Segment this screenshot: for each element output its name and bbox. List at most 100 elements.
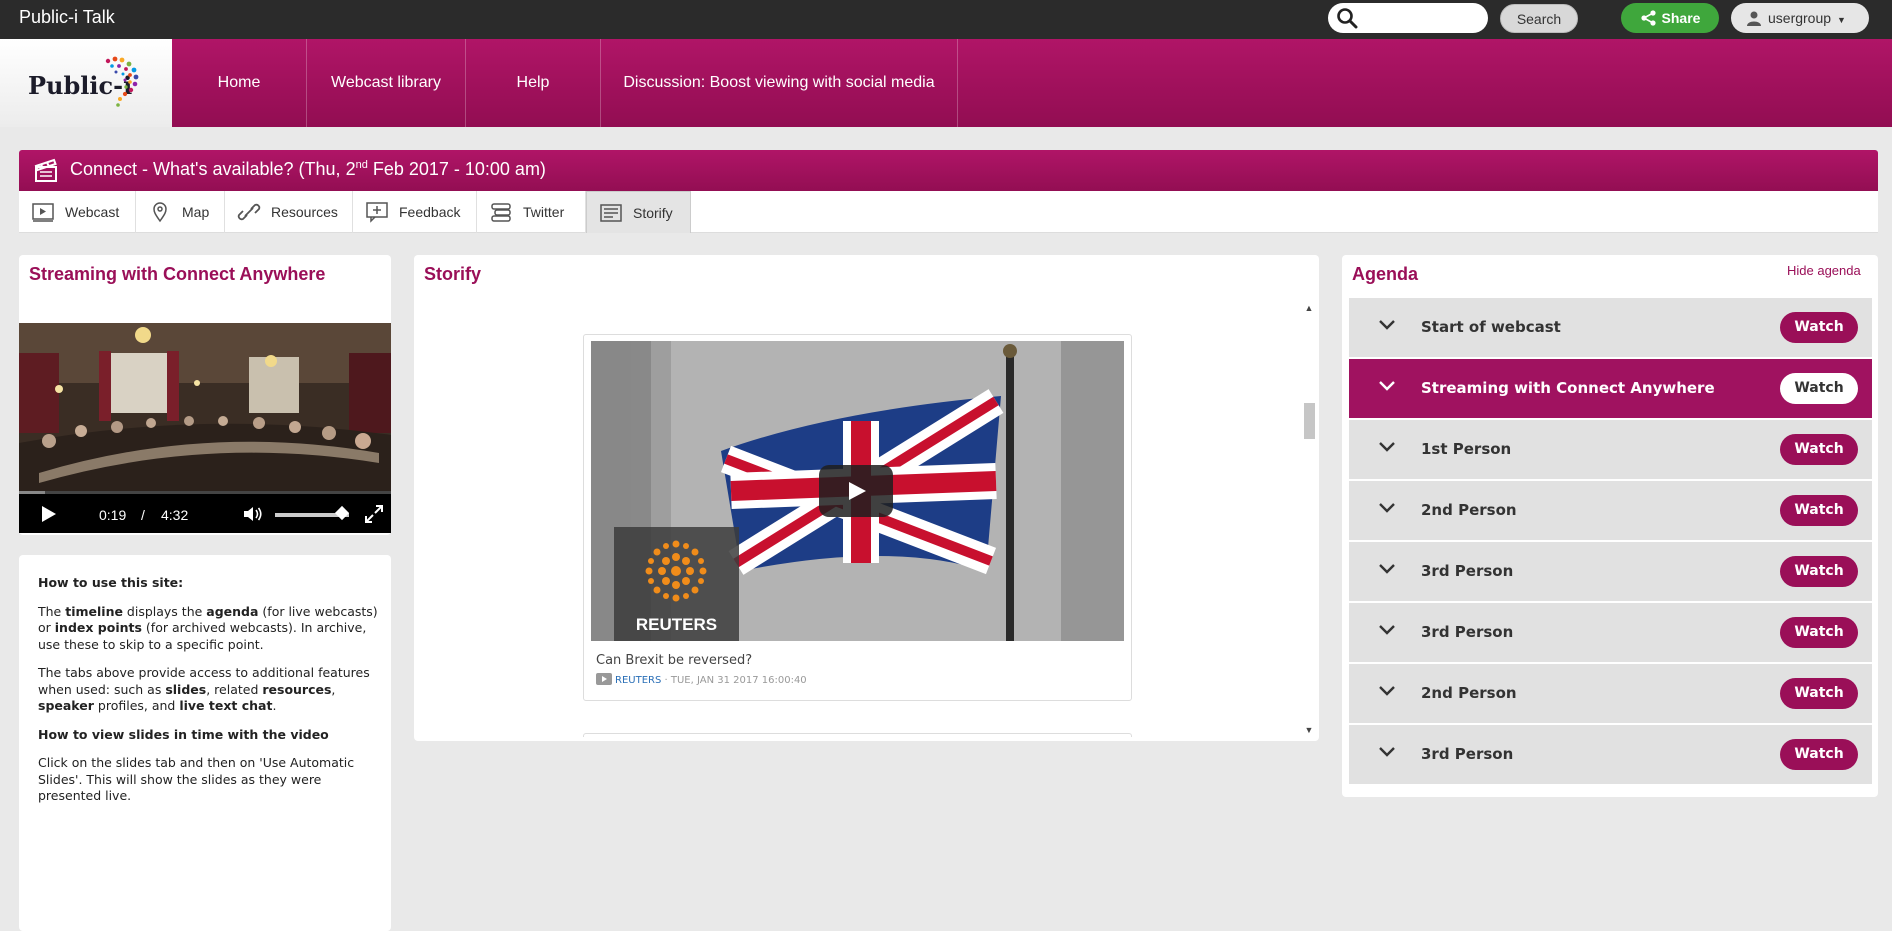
video-player[interactable]: 0:19 / 4:32 — [19, 323, 391, 533]
watch-button[interactable]: Watch — [1780, 678, 1858, 709]
story-video[interactable]: REUTERS — [591, 341, 1124, 641]
agenda-item[interactable]: 3rd Person Watch — [1349, 725, 1872, 784]
volume-icon[interactable] — [243, 505, 263, 523]
help-bold-run: speaker — [38, 698, 94, 713]
watch-button[interactable]: Watch — [1780, 373, 1858, 404]
logo[interactable]: Public-i — [0, 39, 172, 127]
agenda-item[interactable]: 2nd Person Watch — [1349, 664, 1872, 723]
seek-bar[interactable] — [19, 491, 391, 494]
help-text-run: profiles, and — [93, 698, 180, 713]
time-separator: / — [141, 507, 145, 523]
help-panel: How to use this site: The timeline displ… — [19, 555, 391, 931]
agenda-item-label: 2nd Person — [1421, 501, 1517, 519]
reuters-logo-text: REUTERS — [635, 615, 718, 634]
help-text-run: displays the — [122, 603, 207, 619]
help-bold-run: agenda — [206, 603, 259, 619]
share-button[interactable]: Share — [1621, 3, 1719, 33]
chevron-down-icon[interactable] — [1378, 563, 1396, 575]
watch-button[interactable]: Watch — [1780, 434, 1858, 465]
top-bar: Public-i Talk Search Share usergroup ▼ — [0, 0, 1892, 39]
webcast-icon — [32, 203, 54, 222]
storify-scrollbar[interactable]: ▲ ▼ — [1302, 303, 1316, 739]
scroll-thumb[interactable] — [1304, 403, 1315, 439]
caret-down-icon: ▼ — [1837, 15, 1846, 25]
user-menu-button[interactable]: usergroup ▼ — [1731, 3, 1869, 33]
chevron-down-icon[interactable] — [1378, 441, 1396, 453]
council-chamber-video-frame — [19, 323, 391, 491]
watch-button[interactable]: Watch — [1780, 617, 1858, 648]
chevron-down-icon[interactable] — [1378, 685, 1396, 697]
watch-button[interactable]: Watch — [1780, 495, 1858, 526]
share-label: Share — [1661, 10, 1701, 26]
help-paragraph-timeline: The timeline displays the agenda (for li… — [38, 604, 378, 654]
logo-dots-icon — [105, 56, 139, 107]
storify-title: Storify — [424, 264, 482, 284]
scroll-down-icon[interactable]: ▼ — [1302, 725, 1316, 739]
nav-discussion[interactable]: Discussion: Boost viewing with social me… — [601, 39, 958, 127]
play-icon — [849, 482, 866, 500]
help-text-run: The — [38, 603, 66, 619]
help-bold-run: slides — [165, 681, 207, 697]
twitter-stack-icon — [491, 203, 511, 222]
chevron-down-icon[interactable] — [1378, 502, 1396, 514]
link-icon — [237, 203, 261, 221]
agenda-item[interactable]: Streaming with Connect Anywhere Watch — [1349, 359, 1872, 418]
reuters-dots-icon — [645, 540, 707, 602]
agenda-item[interactable]: 3rd Person Watch — [1349, 603, 1872, 662]
help-paragraph-tabs: The tabs above provide access to additio… — [38, 665, 378, 715]
chevron-down-icon[interactable] — [1378, 319, 1396, 331]
tab-webcast[interactable]: Webcast — [19, 191, 136, 233]
video-play-button[interactable] — [819, 465, 893, 517]
chevron-down-icon[interactable] — [1378, 746, 1396, 758]
tab-label: Storify — [633, 205, 673, 221]
current-item-title: Streaming with Connect Anywhere — [29, 264, 326, 284]
nav-webcast-library[interactable]: Webcast library — [307, 39, 466, 127]
watch-button[interactable]: Watch — [1780, 739, 1858, 770]
story-caption[interactable]: Can Brexit be reversed? — [596, 653, 752, 668]
story-card[interactable]: REUTERS Can Brexit be reversed? REUTERS … — [583, 334, 1132, 701]
app-title[interactable]: Public-i Talk — [19, 7, 115, 28]
watch-button[interactable]: Watch — [1780, 556, 1858, 587]
tab-map[interactable]: Map — [136, 191, 225, 233]
agenda-item[interactable]: 1st Person Watch — [1349, 420, 1872, 479]
tab-label: Feedback — [399, 204, 461, 220]
clapperboard-icon — [34, 158, 57, 182]
tab-label: Resources — [271, 204, 338, 220]
agenda-item[interactable]: 2nd Person Watch — [1349, 481, 1872, 540]
tab-resources[interactable]: Resources — [225, 191, 353, 233]
agenda-item[interactable]: 3rd Person Watch — [1349, 542, 1872, 601]
help-bold-run: live text chat — [179, 698, 273, 713]
watch-button[interactable]: Watch — [1780, 312, 1858, 343]
help-heading-usage: How to use this site: — [38, 575, 184, 590]
feedback-icon — [366, 202, 388, 223]
event-title: Connect - What's available? (Thu, 2nd Fe… — [70, 159, 546, 180]
volume-slider-handle[interactable] — [334, 505, 349, 521]
current-time: 0:19 — [99, 507, 127, 523]
chevron-down-icon[interactable] — [1378, 624, 1396, 636]
help-text-run: , related — [206, 681, 263, 697]
play-icon[interactable] — [41, 505, 57, 523]
next-story-card — [583, 733, 1132, 737]
hide-agenda-link[interactable]: Hide agenda — [1787, 263, 1861, 278]
player-controls: 0:19 / 4:32 — [19, 491, 391, 533]
map-pin-icon — [153, 202, 167, 223]
agenda-item-label: 3rd Person — [1421, 623, 1514, 641]
help-bold-run: resources — [262, 681, 332, 697]
story-source-link[interactable]: REUTERS — [615, 675, 661, 686]
agenda-item[interactable]: Start of webcast Watch — [1349, 298, 1872, 357]
agenda-item-label: 3rd Person — [1421, 745, 1514, 763]
fullscreen-icon[interactable] — [365, 505, 383, 523]
tab-twitter[interactable]: Twitter — [477, 191, 586, 233]
tab-storify[interactable]: Storify — [586, 191, 691, 233]
user-icon — [1747, 11, 1761, 26]
chevron-down-icon[interactable] — [1378, 380, 1396, 392]
search-button[interactable]: Search — [1500, 4, 1578, 33]
nav-help[interactable]: Help — [466, 39, 601, 127]
search-input[interactable] — [1328, 3, 1488, 33]
event-title-main: Connect - What's available? (Thu, 2 — [70, 159, 356, 179]
help-text: How to use this site: The timeline displ… — [38, 575, 378, 817]
nav-home[interactable]: Home — [172, 39, 307, 127]
agenda-item-label: Start of webcast — [1421, 318, 1561, 336]
tab-feedback[interactable]: Feedback — [353, 191, 477, 233]
scroll-up-icon[interactable]: ▲ — [1302, 303, 1316, 317]
